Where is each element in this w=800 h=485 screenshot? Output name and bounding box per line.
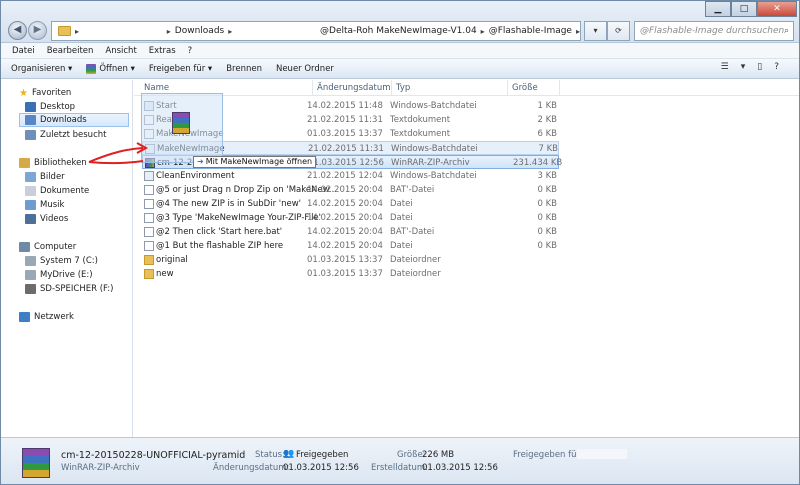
annotation-arrow-line [88, 160, 144, 165]
details-modified-label: Änderungsdatum: [213, 463, 290, 473]
annotation-arrow [88, 142, 149, 165]
shared-users-icon: 👥 [283, 449, 295, 459]
details-shared-label: Freigegeben für: [513, 450, 583, 460]
details-status-label: Status: [255, 450, 285, 460]
details-created-label: Erstelldatum: [371, 463, 429, 473]
details-size-value: 226 MB [422, 450, 455, 460]
details-pane: cm-12-20150228-UNOFFICIAL-pyramid WinRAR… [1, 437, 799, 484]
details-shared-value [577, 449, 627, 459]
details-created-value: 01.03.2015 12:56 [422, 463, 498, 473]
details-filetype: WinRAR-ZIP-Archiv [61, 463, 140, 473]
details-status-value: Freigegeben [296, 450, 349, 460]
annotation-arrow-line [88, 147, 144, 163]
details-modified-value: 01.03.2015 12:56 [283, 463, 359, 473]
details-filename: cm-12-20150228-UNOFFICIAL-pyramid [61, 450, 246, 461]
winrar-archive-icon [22, 448, 50, 478]
explorer-window: ▁ □ ✕ ◀ ▶ ▸ ▸ Downloads ▸ @Delta-Roh Mak… [0, 0, 800, 485]
